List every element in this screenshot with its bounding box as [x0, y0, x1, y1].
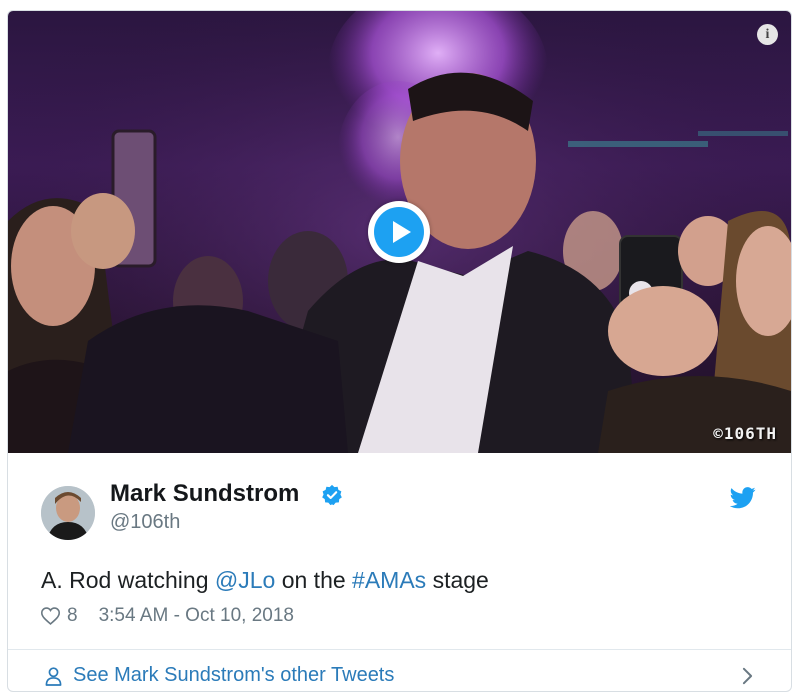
twitter-bird-icon[interactable]: [730, 487, 756, 509]
heart-icon[interactable]: [41, 607, 60, 625]
tweet-meta: 8 3:54 AM - Oct 10, 2018: [41, 605, 294, 627]
mention-link[interactable]: @JLo: [215, 567, 275, 593]
author-handle[interactable]: @106th: [110, 511, 180, 534]
person-icon: [45, 667, 62, 686]
avatar-image: [41, 486, 95, 540]
tweet-timestamp[interactable]: 3:54 AM - Oct 10, 2018: [99, 605, 294, 627]
tweet-text-middle: on the: [275, 567, 353, 593]
tweet-text: A. Rod watching @JLo on the #AMAs stage: [41, 567, 489, 594]
avatar[interactable]: [41, 486, 95, 540]
video-watermark: ©106TH: [713, 424, 777, 443]
hashtag-link[interactable]: #AMAs: [352, 567, 426, 593]
info-button[interactable]: i: [757, 24, 778, 45]
tweet-body: Mark Sundstrom @106th A. Rod watching @J…: [8, 453, 791, 691]
tweet-text-start: A. Rod watching: [41, 567, 215, 593]
play-icon: [374, 207, 424, 257]
video-player[interactable]: i ©106TH: [8, 11, 791, 453]
verified-badge-icon: [322, 484, 342, 506]
see-other-tweets-link[interactable]: See Mark Sundstrom's other Tweets: [8, 650, 791, 691]
info-icon: i: [765, 26, 770, 42]
see-other-tweets-label[interactable]: See Mark Sundstrom's other Tweets: [73, 664, 394, 687]
embedded-tweet-card: i ©106TH Mark Sundstrom @106th A. Rod wa…: [7, 10, 792, 692]
chevron-right-icon: [742, 667, 753, 685]
play-button[interactable]: [368, 201, 430, 263]
like-count[interactable]: 8: [67, 605, 78, 627]
author-name[interactable]: Mark Sundstrom: [110, 480, 299, 508]
tweet-text-end: stage: [426, 567, 489, 593]
